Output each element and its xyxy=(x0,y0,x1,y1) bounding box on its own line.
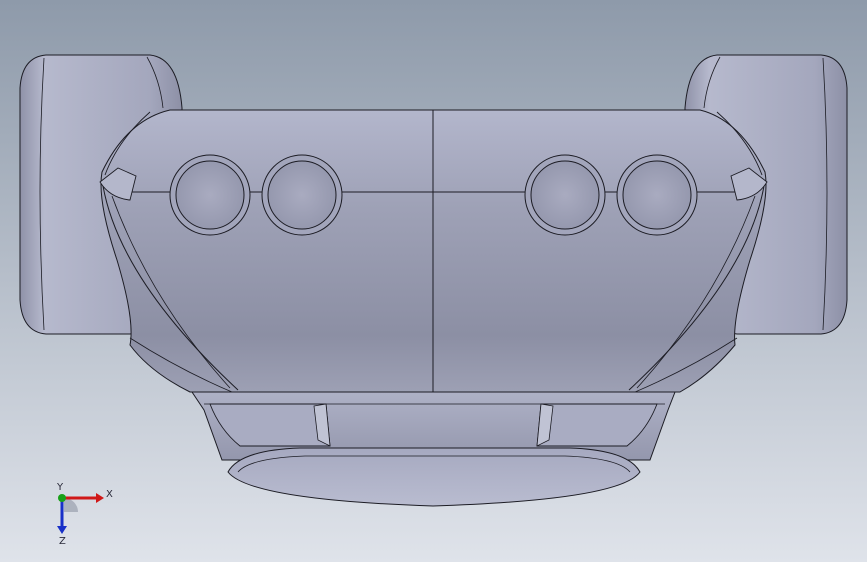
z-axis-arrowhead xyxy=(57,526,67,534)
x-axis-arrowhead xyxy=(96,493,104,503)
hole-3 xyxy=(524,154,606,236)
axis-triad: X Y Z xyxy=(56,482,113,547)
hole-2 xyxy=(261,154,343,236)
hole-1 xyxy=(169,154,251,236)
cad-model-view[interactable] xyxy=(0,0,867,562)
3d-viewport[interactable]: X Y Z xyxy=(0,0,867,562)
y-axis-dot xyxy=(58,494,66,502)
y-axis-label: Y xyxy=(56,482,64,493)
z-axis-label: Z xyxy=(59,536,66,547)
x-axis-label: X xyxy=(106,489,113,500)
hole-4 xyxy=(616,154,698,236)
